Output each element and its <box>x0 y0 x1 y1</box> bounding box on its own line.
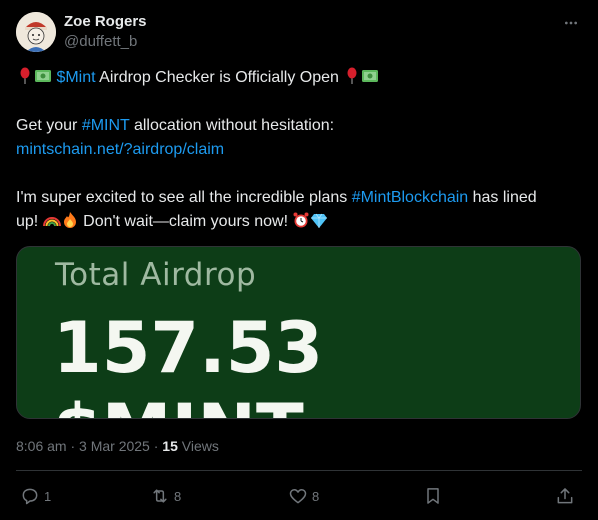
share-icon <box>557 488 573 504</box>
hashtag-mintblockchain[interactable]: #MintBlockchain <box>352 189 469 206</box>
repost-count: 8 <box>174 488 182 504</box>
ticker-link[interactable]: $Mint <box>56 69 95 86</box>
money-icon <box>35 70 51 82</box>
more-icon <box>565 21 577 25</box>
fire-icon <box>63 212 76 228</box>
bookmark-icon <box>427 488 439 504</box>
money-icon <box>362 70 379 82</box>
tweet-line-2-prefix: Get your <box>16 117 82 134</box>
tweet-line-1-text: Airdrop Checker is Officially Open <box>95 69 344 86</box>
tweet-text: $Mint Airdrop Checker is Officially Open… <box>16 66 584 234</box>
tweet-line-4: up! Don't wait—claim yours now! <box>16 210 584 234</box>
tweet-line-1: $Mint Airdrop Checker is Officially Open <box>16 66 584 90</box>
tweet-media-image[interactable]: Total Airdrop 157.53 $MINT <box>16 246 581 419</box>
like-button[interactable]: 8 <box>288 484 319 508</box>
author-display-name[interactable]: Zoe Rogers <box>64 13 147 31</box>
reply-button[interactable]: 1 <box>20 484 51 508</box>
repost-icon <box>153 489 167 503</box>
divider <box>16 470 582 471</box>
author-handle[interactable]: @duffett_b <box>64 33 137 51</box>
avatar[interactable] <box>16 12 56 52</box>
avatar-image <box>16 12 56 52</box>
media-label: Total Airdrop <box>55 257 257 293</box>
hashtag-mint[interactable]: #MINT <box>82 117 130 134</box>
like-count: 8 <box>312 488 320 504</box>
reply-count: 1 <box>44 488 52 504</box>
tweet-line-4-prefix: up! <box>16 213 43 230</box>
tweet-line-2: Get your #MINT allocation without hesita… <box>16 114 584 138</box>
media-amount: 157.53 $MINT <box>53 307 324 418</box>
tweet-line-3-prefix: I'm super excited to see all the incredi… <box>16 189 352 206</box>
bookmark-button[interactable] <box>423 484 443 508</box>
repost-button[interactable]: 8 <box>150 484 181 508</box>
tweet-line-3-suffix: has lined <box>468 189 537 206</box>
heart-icon <box>289 489 307 504</box>
claim-link[interactable]: mintschain.net/?airdrop/claim <box>16 141 224 158</box>
alarm-clock-icon <box>293 212 309 228</box>
gem-icon <box>311 213 328 228</box>
tweet-meta: 8:06 am · 3 Mar 2025 · 15 Views <box>16 437 219 455</box>
tweet-line-3: I'm super excited to see all the incredi… <box>16 186 584 210</box>
more-options-button[interactable] <box>558 14 584 32</box>
share-button[interactable] <box>555 484 575 508</box>
tweet-card: Zoe Rogers @duffett_b $Mint Airdrop Chec… <box>0 0 598 520</box>
tweet-line-2-suffix: allocation without hesitation: <box>129 117 335 134</box>
rainbow-icon <box>42 217 61 227</box>
tweet-line-4-middle: Don't wait—claim yours now! <box>78 213 293 230</box>
views-count: 15 <box>162 438 178 454</box>
balloon-icon <box>20 67 30 84</box>
reply-icon <box>22 488 38 505</box>
balloon-icon <box>347 67 357 84</box>
timestamp[interactable]: 8:06 am · 3 Mar 2025 · <box>16 438 162 454</box>
views-label: Views <box>177 438 219 454</box>
tweet-line-link: mintschain.net/?airdrop/claim <box>16 138 584 162</box>
